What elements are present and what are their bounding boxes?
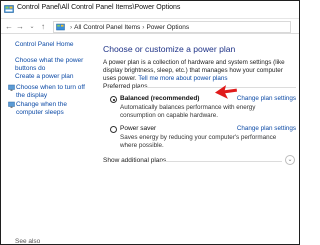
tell-me-more-link[interactable]: Tell me more about power plans xyxy=(138,75,227,82)
breadcrumb-item-power-options[interactable]: Power Options xyxy=(146,24,189,31)
plan-radio-power-saver[interactable] xyxy=(110,126,117,133)
plan-description-power-saver: Saves energy by reducing your computer's… xyxy=(120,134,277,149)
control-panel-icon xyxy=(4,5,14,13)
back-arrow-icon[interactable]: ← xyxy=(4,22,14,32)
show-additional-divider xyxy=(161,161,282,162)
sleep-monitor-icon xyxy=(8,101,15,108)
chevron-down-icon[interactable]: ⌄ xyxy=(27,22,37,32)
page-title: Choose or customize a power plan xyxy=(103,44,236,54)
sidebar-link-power-buttons[interactable]: Choose what the power buttons do xyxy=(15,57,93,73)
main-content: Choose or customize a power plan A power… xyxy=(97,35,299,244)
forward-arrow-icon[interactable]: → xyxy=(15,22,25,32)
change-plan-settings-link-power-saver[interactable]: Change plan settings xyxy=(237,125,296,132)
sidebar: Control Panel Home Choose what the power… xyxy=(1,35,97,245)
plan-radio-balanced[interactable] xyxy=(110,96,117,103)
sidebar-link-label: Change when the computer sleeps xyxy=(16,101,67,116)
up-arrow-icon[interactable]: ↑ xyxy=(38,22,48,32)
expand-chevron-icon[interactable]: ⌄ xyxy=(285,155,295,165)
power-options-window: Control Panel\All Control Panel Items\Po… xyxy=(0,0,300,245)
window-title: Control Panel\All Control Panel Items\Po… xyxy=(17,4,181,11)
sidebar-link-label: Choose when to turn off the display xyxy=(16,84,85,99)
plan-description-balanced: Automatically balances performance with … xyxy=(120,104,256,119)
sidebar-link-computer-sleeps[interactable]: Change when the computer sleeps xyxy=(8,101,94,117)
see-also-label: See also xyxy=(15,238,41,245)
show-additional-plans-label[interactable]: Show additional plans xyxy=(103,157,166,164)
sidebar-link-control-panel-home[interactable]: Control Panel Home xyxy=(15,41,74,49)
address-field[interactable]: › All Control Panel Items › Power Options xyxy=(53,21,291,33)
sidebar-link-turn-off-display[interactable]: Choose when to turn off the display xyxy=(8,84,94,100)
control-panel-small-icon xyxy=(56,23,65,31)
breadcrumb: › All Control Panel Items › Power Options xyxy=(68,23,189,32)
moon-monitor-icon xyxy=(8,84,15,91)
change-plan-settings-link-balanced[interactable]: Change plan settings xyxy=(237,95,296,102)
page-description: A power plan is a collection of hardware… xyxy=(103,59,296,83)
group-divider xyxy=(139,87,296,88)
plan-name-balanced[interactable]: Balanced (recommended) xyxy=(120,95,199,102)
plan-name-power-saver[interactable]: Power saver xyxy=(120,125,156,132)
address-bar: ← → ⌄ ↑ › All Control Panel Items › Power O… xyxy=(1,18,299,34)
sidebar-link-create-plan[interactable]: Create a power plan xyxy=(15,73,74,81)
title-bar: Control Panel\All Control Panel Items\Po… xyxy=(1,1,299,18)
breadcrumb-item-all-items[interactable]: All Control Panel Items xyxy=(74,24,140,31)
